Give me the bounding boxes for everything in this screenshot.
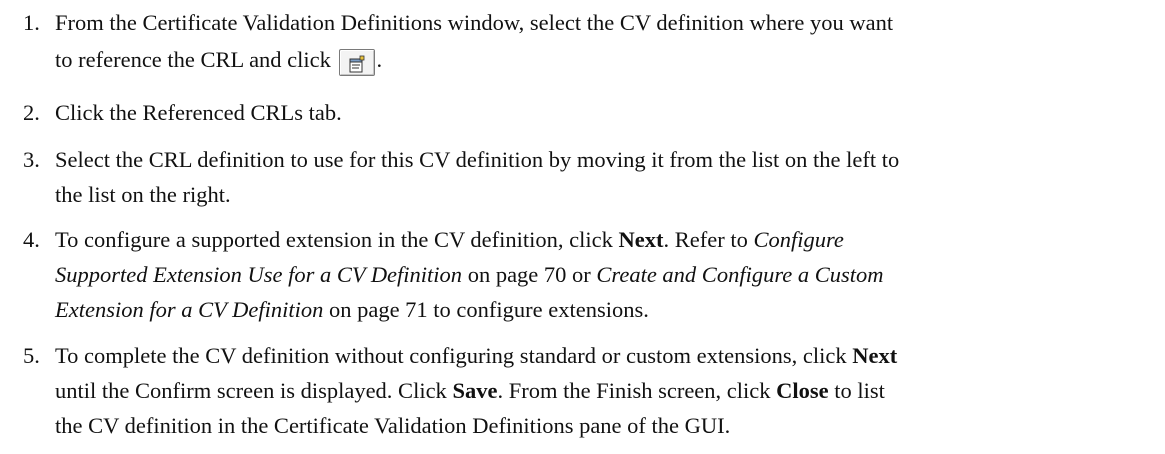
cross-reference-link[interactable]: Configure bbox=[753, 227, 843, 252]
step-number: 3. bbox=[23, 147, 40, 172]
step-3: 3. Select the CRL definition to use for … bbox=[0, 142, 1145, 212]
close-label: Close bbox=[776, 378, 829, 403]
step-5: 5. To complete the CV definition without… bbox=[0, 338, 1145, 443]
step-text: the list on the right. bbox=[55, 182, 231, 207]
properties-button[interactable] bbox=[338, 49, 375, 76]
step-4: 4. To configure a supported extension in… bbox=[0, 222, 1145, 327]
step-text: Click the Referenced CRLs tab. bbox=[55, 100, 342, 125]
cross-reference-link[interactable]: Supported Extension Use for a CV Definit… bbox=[55, 262, 462, 287]
next-label: Next bbox=[618, 227, 664, 252]
properties-icon bbox=[349, 55, 364, 73]
step-text: Supported Extension Use for a CV Definit… bbox=[55, 262, 884, 287]
step-number: 5. bbox=[23, 343, 40, 368]
document-page: 1. From the Certificate Validation Defin… bbox=[0, 0, 1165, 454]
step-text: until the Confirm screen is displayed. C… bbox=[55, 378, 885, 403]
step-text: Extension for a CV Definition on page 71… bbox=[55, 297, 649, 322]
step-text: the CV definition in the Certificate Val… bbox=[55, 413, 731, 438]
next-label: Next bbox=[852, 343, 898, 368]
save-label: Save bbox=[452, 378, 498, 403]
step-2: 2. Click the Referenced CRLs tab. bbox=[0, 95, 1145, 130]
step-text: Select the CRL definition to use for thi… bbox=[55, 147, 900, 172]
step-1: 1. From the Certificate Validation Defin… bbox=[0, 5, 1145, 77]
cross-reference-link[interactable]: Extension for a CV Definition bbox=[55, 297, 323, 322]
step-text: To configure a supported extension in th… bbox=[55, 227, 844, 252]
step-number: 2. bbox=[23, 100, 40, 125]
step-number: 1. bbox=[23, 10, 40, 35]
step-text: To complete the CV definition without co… bbox=[55, 343, 898, 368]
step-text: From the Certificate Validation Definiti… bbox=[55, 10, 894, 35]
step-text: to reference the CRL and click . bbox=[55, 42, 1145, 77]
cross-reference-link[interactable]: Create and Configure a Custom bbox=[596, 262, 883, 287]
step-number: 4. bbox=[23, 227, 40, 252]
